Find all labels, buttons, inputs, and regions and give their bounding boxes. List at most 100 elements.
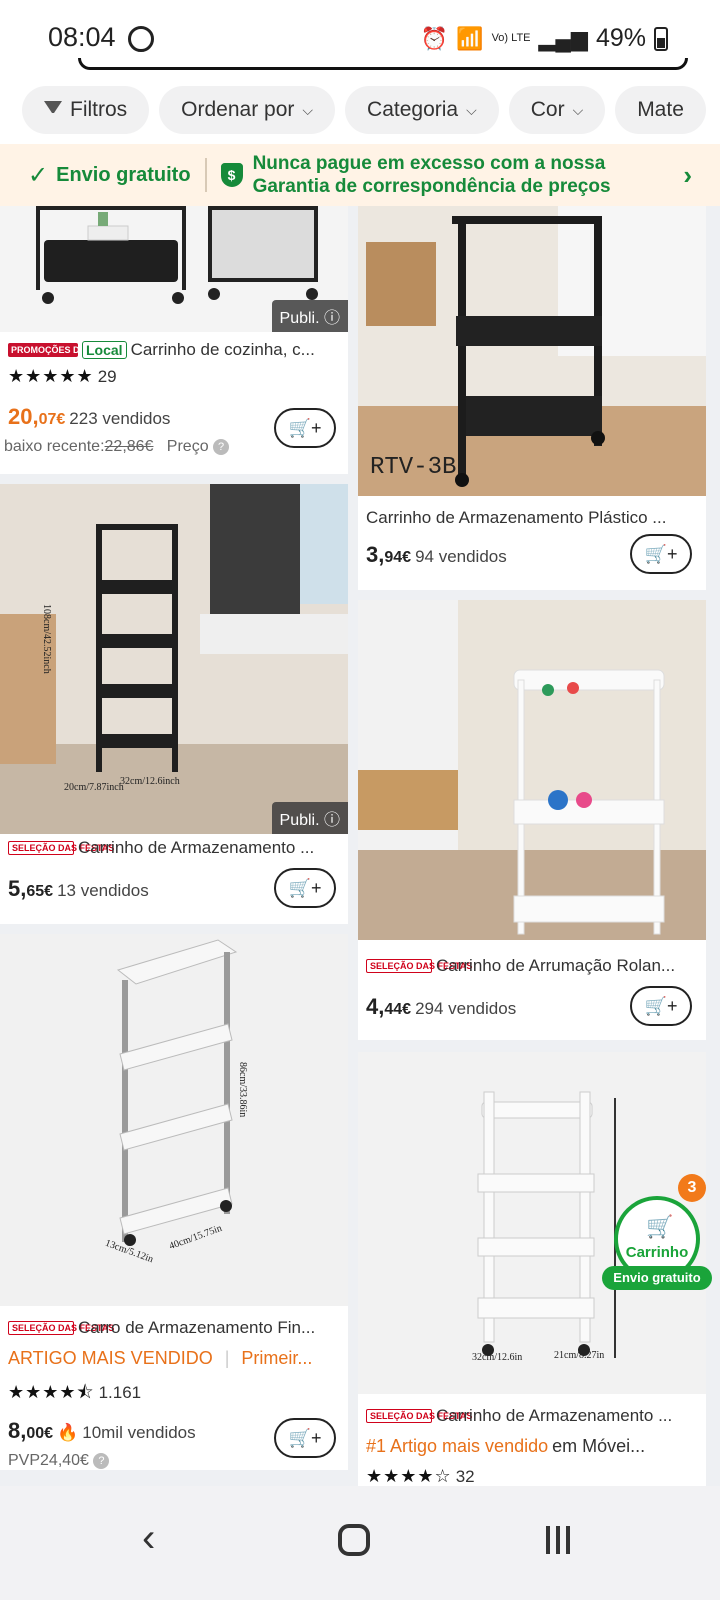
cart-plus-icon: 🛒+ bbox=[644, 995, 678, 1016]
cart-count-badge: 3 bbox=[678, 1174, 706, 1202]
rank-category: em Móvei... bbox=[552, 1436, 646, 1456]
old-price: 22,86€ bbox=[104, 438, 154, 455]
lte-label: Vo) LTE bbox=[491, 32, 531, 44]
product-image[interactable]: RTV-3B bbox=[358, 206, 706, 496]
divider: | bbox=[224, 1348, 230, 1368]
sort-chip-label: Ordenar por bbox=[181, 98, 295, 121]
price-int: 4, bbox=[366, 994, 385, 1019]
height-dimension: 86cm/33.86in bbox=[237, 1062, 248, 1118]
cart-plus-icon: 🛒+ bbox=[644, 543, 678, 564]
signal-icon: ▂▄▆ bbox=[538, 25, 588, 51]
ranking-label: Primeir... bbox=[241, 1348, 313, 1368]
cart-plus-icon: 🛒+ bbox=[288, 417, 322, 438]
price: 3,94€ bbox=[366, 542, 411, 568]
recents-icon[interactable] bbox=[546, 1526, 570, 1554]
product-image[interactable]: 86cm/33.86in 40cm/15.75in 13cm/5.12in bbox=[0, 934, 348, 1306]
product-title: PROMOÇÕES DAS FESTAS Local Carrinho de c… bbox=[8, 340, 342, 360]
sold-count: 13 vendidos bbox=[57, 881, 149, 900]
product-title-text: Carrinho de Arrumação Rolan... bbox=[436, 956, 676, 975]
product-card[interactable]: 108cm/42.52inch 32cm/12.6inch 20cm/7.87i… bbox=[0, 484, 348, 924]
rating: ★★★★★ 29 bbox=[8, 366, 117, 387]
product-image[interactable] bbox=[358, 600, 706, 940]
material-chip-label: Mate bbox=[637, 98, 684, 121]
bestseller-row: ARTIGO MAIS VENDIDO | Primeir... bbox=[8, 1348, 342, 1369]
app-screen: 08:04 ⏰ 📶 Vo) LTE ▂▄▆ 49% Filtros Ordena… bbox=[0, 0, 720, 1600]
price-decimals: 44€ bbox=[384, 1001, 412, 1018]
local-badge: Local bbox=[82, 341, 127, 359]
width-dimension: 32cm/12.6in bbox=[472, 1352, 523, 1363]
price-decimals: 00€ bbox=[26, 1425, 54, 1442]
rank-row: #1 Artigo mais vendido em Móvei... bbox=[366, 1436, 700, 1457]
help-icon[interactable]: ? bbox=[93, 1452, 110, 1469]
add-to-cart-button[interactable]: 🛒+ bbox=[274, 868, 336, 908]
star-icons: ★★★★⯪ bbox=[8, 1382, 95, 1402]
fire-icon: 🔥 bbox=[57, 1423, 79, 1442]
width-dimension: 32cm/12.6inch bbox=[120, 776, 180, 787]
price-hint: Preço bbox=[166, 438, 209, 455]
product-title-text: Carrinho de Armazenamento ... bbox=[436, 1406, 673, 1425]
filters-chip[interactable]: Filtros bbox=[22, 86, 150, 134]
home-icon[interactable] bbox=[338, 1524, 370, 1556]
guarantee-banner[interactable]: ✓ Envio gratuito $ Nunca pague em excess… bbox=[0, 144, 720, 206]
rrp-price: PVP24,40€ bbox=[8, 1452, 89, 1469]
review-count: 29 bbox=[97, 367, 117, 386]
system-nav-bar: ‹ bbox=[0, 1486, 720, 1600]
product-title: SELEÇÃO DAS FESTAS Carrinho de Armazenam… bbox=[366, 1406, 700, 1426]
free-shipping-text: Envio gratuito bbox=[56, 163, 191, 186]
price-int: 5, bbox=[8, 876, 27, 901]
add-to-cart-button[interactable]: 🛒+ bbox=[630, 986, 692, 1026]
recent-low-price: baixo recente:22,86€ Preço ? bbox=[4, 438, 230, 456]
add-to-cart-button[interactable]: 🛒+ bbox=[274, 1418, 336, 1458]
product-card[interactable]: 86cm/33.86in 40cm/15.75in 13cm/5.12in SE… bbox=[0, 934, 348, 1470]
status-time: 08:04 bbox=[48, 22, 116, 52]
product-card[interactable]: RTV-3B Carrinho de Armazenamento Plástic… bbox=[358, 206, 706, 590]
chevron-right-icon: › bbox=[683, 160, 692, 190]
product-photo bbox=[358, 600, 706, 940]
cart-free-shipping: Envio gratuito bbox=[602, 1266, 712, 1290]
price-row: 4,44€ 294 vendidos bbox=[366, 994, 516, 1020]
add-to-cart-button[interactable]: 🛒+ bbox=[274, 408, 336, 448]
whatsapp-icon bbox=[128, 26, 154, 52]
product-title-text: Carro de Armazenamento Fin... bbox=[78, 1318, 316, 1337]
holiday-selection-badge: SELEÇÃO DAS FESTAS bbox=[366, 1409, 472, 1423]
add-to-cart-button[interactable]: 🛒+ bbox=[630, 534, 692, 574]
price-decimals: 65€ bbox=[26, 883, 54, 900]
product-title: SELEÇÃO DAS FESTAS Carrinho de Armazenam… bbox=[8, 838, 342, 858]
shield-icon: $ bbox=[220, 163, 243, 187]
product-image[interactable]: Publi. ⓘ bbox=[0, 206, 348, 332]
price-row: 5,65€ 13 vendidos bbox=[8, 876, 149, 902]
product-card[interactable]: SELEÇÃO DAS FESTAS Carrinho de Arrumação… bbox=[358, 600, 706, 1040]
floating-cart-button[interactable]: 🛒 Carrinho 3 Envio gratuito bbox=[602, 1174, 712, 1290]
help-icon[interactable]: ? bbox=[213, 438, 230, 455]
cart-plus-icon: 🛒+ bbox=[288, 877, 322, 898]
product-title-text: Carrinho de cozinha, c... bbox=[130, 340, 315, 359]
filter-icon bbox=[44, 101, 62, 119]
battery-text: 49% bbox=[595, 24, 646, 52]
sort-chip[interactable]: Ordenar por ⌵ bbox=[159, 86, 336, 134]
model-label: RTV-3B bbox=[370, 454, 457, 481]
price-row: 20,07€ 223 vendidos bbox=[8, 404, 170, 430]
search-bar-edge bbox=[78, 58, 688, 70]
wifi-icon: 📶 bbox=[456, 25, 484, 51]
category-chip[interactable]: Categoria ⌵ bbox=[345, 86, 499, 134]
filters-chip-label: Filtros bbox=[70, 98, 128, 121]
cart-plus-icon: 🛒+ bbox=[288, 1427, 322, 1448]
guarantee-line2: Garantia de correspondência de preços bbox=[252, 176, 611, 197]
product-image[interactable]: 108cm/42.52inch 32cm/12.6inch 20cm/7.87i… bbox=[0, 484, 348, 834]
ad-label[interactable]: Publi. ⓘ bbox=[271, 802, 348, 834]
price-int: 3, bbox=[366, 542, 385, 567]
color-chip-label: Cor bbox=[530, 98, 565, 121]
chevron-down-icon: ⌵ bbox=[302, 101, 314, 118]
color-chip[interactable]: Cor ⌵ bbox=[508, 86, 606, 134]
star-icons: ★★★★★ bbox=[8, 366, 94, 386]
material-chip[interactable]: Mate bbox=[615, 86, 706, 134]
rating: ★★★★⯪ 1.161 bbox=[8, 1380, 141, 1410]
ad-label[interactable]: Publi. ⓘ bbox=[271, 300, 348, 332]
price-decimals: 94€ bbox=[384, 549, 412, 566]
cart-label: Carrinho bbox=[625, 1244, 689, 1261]
price: 5,65€ bbox=[8, 876, 53, 902]
price: 8,00€ bbox=[8, 1418, 53, 1444]
product-card[interactable]: Publi. ⓘ PROMOÇÕES DAS FESTAS Local Carr… bbox=[0, 206, 348, 474]
price: 20,07€ bbox=[8, 404, 65, 430]
back-icon[interactable]: ‹ bbox=[142, 1516, 155, 1561]
